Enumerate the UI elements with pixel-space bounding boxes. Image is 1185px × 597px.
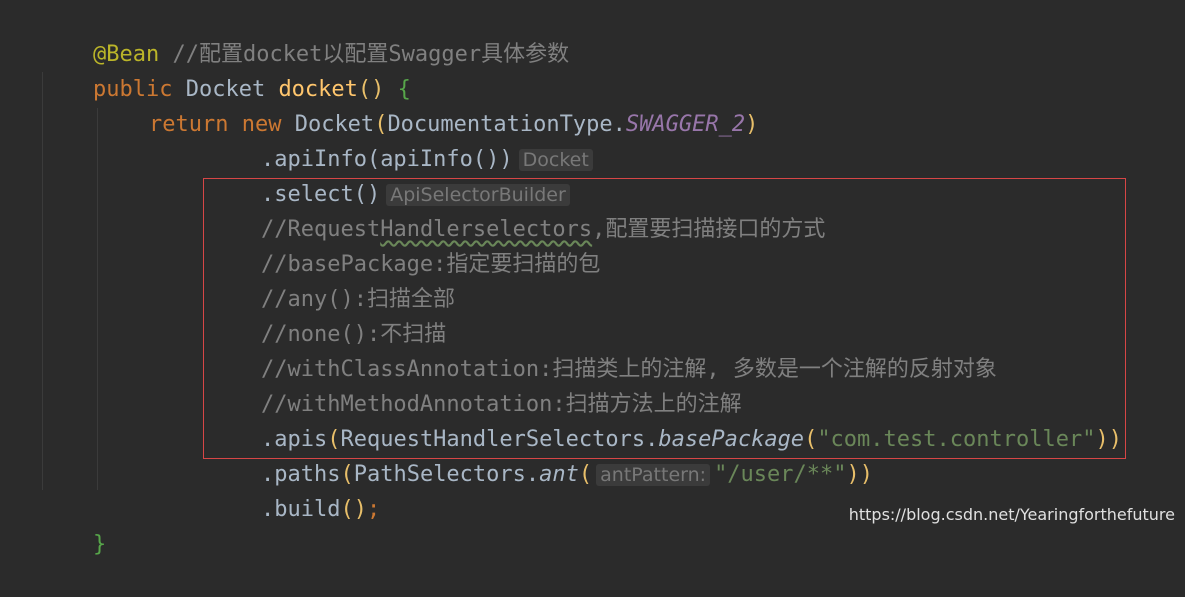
semicolon: ; [366, 497, 381, 522]
path-selectors: PathSelectors. [353, 462, 540, 487]
close-brace: } [92, 532, 107, 557]
build-parens: () [340, 497, 367, 522]
paren-close: )) [1095, 427, 1122, 452]
code-line-10: //withClassAnnotation:扫描类上的注解, 多数是一个注解的反… [208, 317, 997, 382]
code-line-8: //any():扫描全部 [208, 247, 455, 312]
swagger-2-constant: SWAGGER_2 [625, 112, 746, 137]
code-line-15: } [40, 492, 106, 557]
code-line-1: @Bean //配置docket以配置Swagger具体参数 [40, 2, 569, 67]
ant-method: ant [539, 462, 579, 487]
code-line-4: .apiInfo(apiInfo()) Docket [208, 107, 593, 172]
build-call: .build [260, 497, 341, 522]
pattern-string: "/user/**" [714, 462, 847, 487]
code-line-3: return new Docket(DocumentationType.SWAG… [96, 72, 758, 137]
code-line-6: //RequestHandlerselectors,配置要扫描接口的方式 [208, 177, 825, 242]
watermark-url: https://blog.csdn.net/Yearingforthefutur… [848, 505, 1175, 524]
paren-close: ) [745, 112, 759, 137]
code-line-9: //none():不扫描 [208, 282, 446, 347]
code-line-12: .apis(RequestHandlerSelectors.basePackag… [208, 387, 1122, 452]
code-line-5: .select() ApiSelectorBuilder [208, 142, 570, 207]
code-line-14: .build(); [208, 457, 380, 522]
code-line-2: public Docket docket() { [40, 37, 411, 102]
comment-part: ,配置要扫描接口的方式 [592, 217, 826, 242]
code-line-13: .paths(PathSelectors.ant(antPattern: "/us… [208, 422, 873, 487]
paren-close: )) [846, 462, 874, 487]
code-editor[interactable]: @Bean //配置docket以配置Swagger具体参数 public Do… [0, 0, 1185, 557]
paren-open: ( [578, 462, 593, 487]
param-hint-ant-pattern: antPattern: [596, 464, 711, 486]
code-line-11: //withMethodAnnotation:扫描方法上的注解 [208, 352, 742, 417]
code-line-7: //basePackage:指定要扫描的包 [208, 212, 600, 277]
